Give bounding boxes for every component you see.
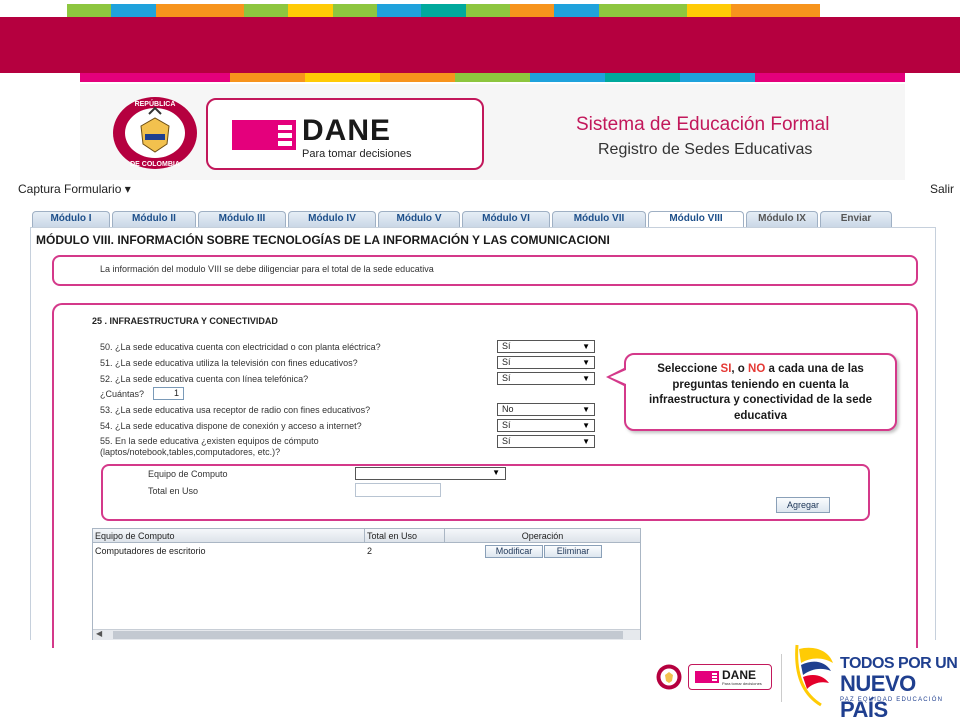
gov-slogan-line3: PAZ EQUIDAD EDUCACIÓN bbox=[840, 697, 944, 703]
dropdown-arrow-icon: ▼ bbox=[582, 437, 590, 446]
question-51-select[interactable]: Sí ▼ bbox=[497, 356, 595, 369]
scroll-left-icon[interactable]: ◀ bbox=[96, 629, 102, 638]
dane-logo: DANE Para tomar decisiones bbox=[206, 98, 484, 170]
tab-modulo-v[interactable]: Módulo V bbox=[378, 211, 460, 227]
question-50-select[interactable]: Sí ▼ bbox=[497, 340, 595, 353]
menu-captura-formulario[interactable]: Captura Formulario ▾ bbox=[18, 182, 131, 196]
dane-wordmark-small: DANE bbox=[722, 668, 757, 682]
instruction-callout: Seleccione SI, o NO a cada una de las pr… bbox=[624, 353, 897, 431]
scrollbar-thumb[interactable] bbox=[113, 631, 623, 639]
gov-slogan-line2: NUEVO PAÍS bbox=[840, 671, 916, 720]
seal-text-top: REPÚBLICA bbox=[135, 99, 176, 108]
section-title: 25 . INFRAESTRUCTURA Y CONECTIVIDAD bbox=[92, 316, 278, 326]
agregar-button[interactable]: Agregar bbox=[776, 497, 830, 513]
question-52-select[interactable]: Sí ▼ bbox=[497, 372, 595, 385]
callout-si: SI bbox=[720, 363, 732, 375]
dane-tagline-small: Para tomar decisiones bbox=[722, 681, 762, 686]
dane-mark-icon bbox=[232, 120, 296, 150]
dropdown-arrow-icon: ▼ bbox=[582, 358, 590, 367]
colombia-seal-small-icon bbox=[656, 664, 682, 690]
cell-total: 2 bbox=[367, 546, 373, 556]
info-text: La información del modulo VIII se debe d… bbox=[100, 264, 434, 274]
cell-equipo: Computadores de escritorio bbox=[95, 546, 206, 556]
colombia-flag-swoosh-icon bbox=[795, 644, 833, 707]
seal-text-bottom: DE COLOMBIA bbox=[130, 161, 180, 168]
equipo-label: Equipo de Computo bbox=[148, 469, 228, 479]
total-en-uso-input[interactable] bbox=[355, 483, 441, 497]
question-52-label: 52. ¿La sede educativa cuenta con línea … bbox=[100, 374, 309, 384]
dane-wordmark: DANE bbox=[302, 114, 392, 147]
callout-text: Seleccione SI, o NO a cada una de las pr… bbox=[626, 362, 895, 424]
cuantas-label: ¿Cuántas? bbox=[100, 389, 145, 399]
info-box: La información del modulo VIII se debe d… bbox=[52, 255, 918, 286]
dropdown-arrow-icon: ▼ bbox=[582, 342, 590, 351]
question-53-value: No bbox=[502, 404, 514, 414]
callout-part2: , o bbox=[731, 363, 749, 375]
dane-mark-small-icon bbox=[695, 671, 719, 683]
callout-no: NO bbox=[748, 363, 766, 375]
colombia-seal-icon: REPÚBLICA DE COLOMBIA bbox=[113, 97, 197, 169]
question-55-label-cont: (laptos/notebook,tables,computadores, et… bbox=[100, 447, 281, 457]
footer-divider bbox=[781, 654, 782, 702]
magenta-band bbox=[0, 17, 960, 73]
grid-horizontal-scrollbar[interactable]: ◀ bbox=[93, 629, 640, 640]
tab-modulo-ix[interactable]: Módulo IX bbox=[746, 211, 818, 227]
modificar-button[interactable]: Modificar bbox=[485, 545, 543, 558]
tab-modulo-i[interactable]: Módulo I bbox=[32, 211, 110, 227]
system-title: Sistema de Educación Formal bbox=[576, 114, 830, 135]
question-53-select[interactable]: No ▼ bbox=[497, 403, 595, 416]
app-header: REPÚBLICA DE COLOMBIA DANE Para tomar de… bbox=[80, 84, 905, 180]
question-53-label: 53. ¿La sede educativa usa receptor de r… bbox=[100, 405, 371, 415]
dropdown-arrow-icon: ▼ bbox=[582, 374, 590, 383]
color-stripe-top bbox=[67, 4, 821, 17]
menu-bar: Captura Formulario ▾ Salir bbox=[0, 180, 960, 202]
col-total[interactable]: Total en Uso bbox=[365, 529, 445, 543]
question-52-value: Sí bbox=[502, 373, 511, 383]
tab-enviar[interactable]: Enviar bbox=[820, 211, 892, 227]
equipo-select[interactable]: ▼ bbox=[355, 467, 506, 480]
menu-captura-label: Captura Formulario bbox=[18, 182, 122, 196]
tab-modulo-iii[interactable]: Módulo III bbox=[198, 211, 286, 227]
dropdown-arrow-icon: ▼ bbox=[492, 468, 500, 477]
color-stripe-bottom bbox=[80, 73, 905, 82]
question-54-select[interactable]: Sí ▼ bbox=[497, 419, 595, 432]
question-51-label: 51. ¿La sede educativa utiliza la televi… bbox=[100, 358, 358, 368]
system-subtitle: Registro de Sedes Educativas bbox=[598, 141, 813, 158]
dane-tagline: Para tomar decisiones bbox=[302, 148, 412, 160]
grid-header: Equipo de Computo Total en Uso Operación bbox=[93, 529, 641, 543]
question-50-value: Sí bbox=[502, 341, 511, 351]
question-54-label: 54. ¿La sede educativa dispone de conexi… bbox=[100, 421, 362, 431]
col-operacion[interactable]: Operación bbox=[445, 529, 641, 543]
menu-salir[interactable]: Salir bbox=[930, 182, 954, 196]
equipment-grid: Equipo de Computo Total en Uso Operación… bbox=[92, 528, 641, 640]
tab-modulo-vi[interactable]: Módulo VI bbox=[462, 211, 550, 227]
question-54-value: Sí bbox=[502, 420, 511, 430]
question-51-value: Sí bbox=[502, 357, 511, 367]
question-50-label: 50. ¿La sede educativa cuenta con electr… bbox=[100, 342, 381, 352]
dropdown-arrow-icon: ▼ bbox=[582, 421, 590, 430]
tab-modulo-ii[interactable]: Módulo II bbox=[112, 211, 196, 227]
callout-part1: Seleccione bbox=[657, 363, 721, 375]
caret-down-icon: ▾ bbox=[124, 182, 131, 196]
question-55-select[interactable]: Sí ▼ bbox=[497, 435, 595, 448]
question-55-value: Sí bbox=[502, 436, 511, 446]
total-label: Total en Uso bbox=[148, 486, 199, 496]
module-title: MÓDULO VIII. INFORMACIÓN SOBRE TECNOLOGÍ… bbox=[36, 233, 610, 247]
cuantas-input[interactable]: 1 bbox=[153, 387, 184, 400]
eliminar-button[interactable]: Eliminar bbox=[544, 545, 602, 558]
callout-pointer-inner bbox=[610, 370, 626, 384]
dropdown-arrow-icon: ▼ bbox=[582, 405, 590, 414]
question-55-label: 55. En la sede educativa ¿existen equipo… bbox=[100, 436, 319, 446]
slide: REPÚBLICA DE COLOMBIA DANE Para tomar de… bbox=[0, 0, 960, 720]
tab-modulo-vii[interactable]: Módulo VII bbox=[552, 211, 646, 227]
tab-modulo-viii[interactable]: Módulo VIII bbox=[648, 211, 744, 227]
tab-modulo-iv[interactable]: Módulo IV bbox=[288, 211, 376, 227]
dane-logo-small: DANE Para tomar decisiones bbox=[688, 664, 772, 690]
col-equipo[interactable]: Equipo de Computo bbox=[93, 529, 365, 543]
